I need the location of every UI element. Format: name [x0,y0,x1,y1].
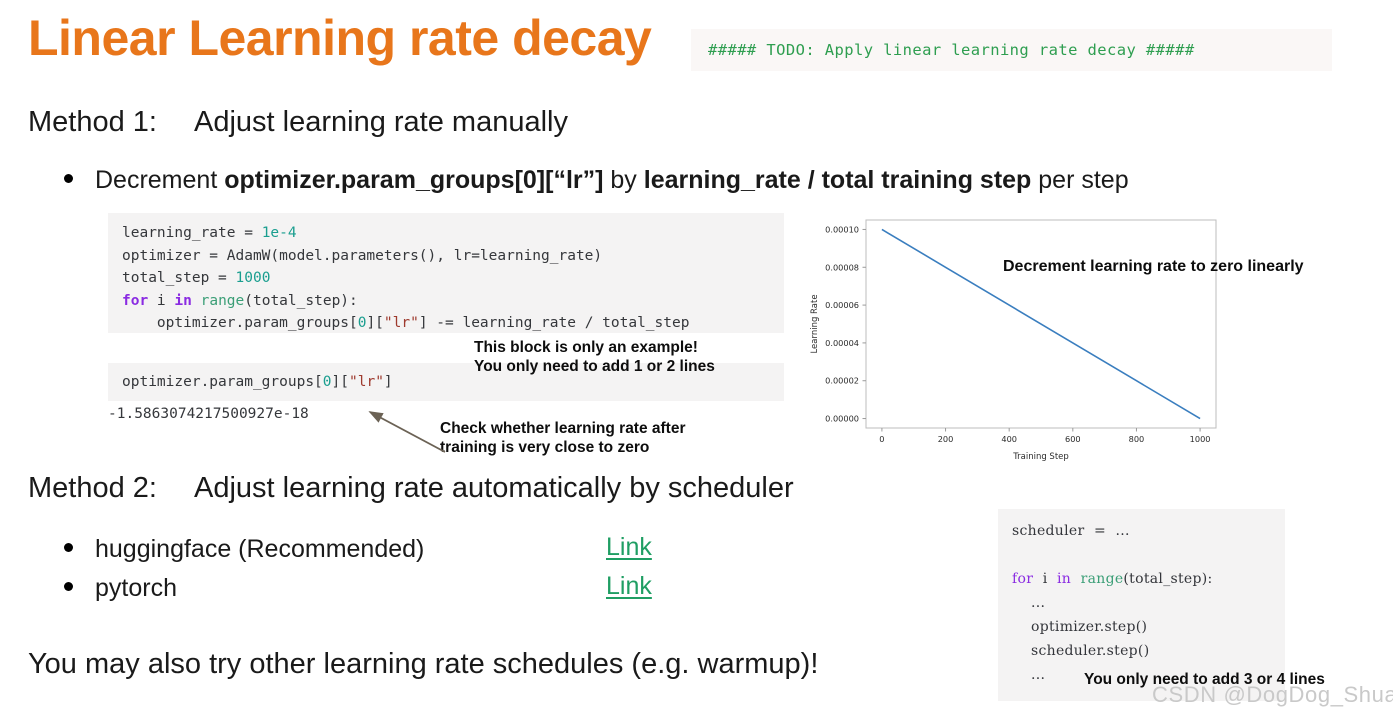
method-2-label: Method 2: [28,472,157,504]
chart-x-tick-label: 200 [938,434,954,444]
chart-y-tick-label: 0.00010 [825,224,859,234]
bullet-bold-param: optimizer.param_groups[0][“lr”] [224,166,604,194]
slide-canvas: Linear Learning rate decay ##### TODO: A… [0,0,1393,710]
method-2-bullet-pytorch: pytorch [64,574,177,603]
method-1-bullet: Decrement optimizer.param_groups[0][“lr”… [64,166,1129,195]
annotation-chart-note: Decrement learning rate to zero linearly [1003,258,1304,275]
code-token: in [174,292,192,309]
method-2-heading: Method 2: Adjust learning rate automatica… [28,472,794,505]
method-2-bullet-1-label: pytorch [95,574,177,602]
code-token: range [200,292,245,309]
chart-y-axis-label: Learning Rate [810,294,820,353]
code-output-value: -1.5863074217500927e-18 [108,406,309,422]
code-token: ] [383,374,393,390]
code-token: learning_rate = [122,225,262,241]
bullet-dot-icon [64,582,73,591]
code-token: ... [1012,667,1046,683]
code-token: "lr" [383,315,419,331]
chart-x-tick-label: 0 [879,434,884,444]
chart-y-tick-label: 0.00004 [825,338,859,348]
annotation-example-note: This block is only an example! You only … [474,339,715,375]
code-token: for [1012,571,1034,587]
chart-x-tick-label: 400 [1001,434,1017,444]
annotation-arrow-icon [368,411,446,453]
todo-code-text: ##### TODO: Apply linear learning rate d… [708,41,1195,59]
code-token: optimizer.param_groups[ [122,374,323,390]
method-2-bullet-0-label: huggingface (Recommended) [95,535,425,563]
chart-x-tick-label: 800 [1129,434,1145,444]
code-token: i [1033,571,1057,587]
code-token: ... [1012,595,1046,611]
bullet-prefix: Decrement [95,166,225,194]
method-1-label: Method 1: [28,106,157,138]
method-1-bullet-text: Decrement optimizer.param_groups[0][“lr”… [95,166,1129,195]
bullet-bold-formula: learning_rate / total training step [643,166,1032,194]
method-2-text: Adjust learning rate automatically by sc… [194,472,794,504]
code-token: i [148,292,175,309]
bullet-dot-icon [64,174,73,183]
code-token: "lr" [349,374,384,390]
annotation-scheduler-note: You only need to add 3 or 4 lines [1084,671,1325,688]
annotation-check-note: Check whether learning rate after traini… [440,420,686,456]
code-token: in [1056,571,1072,587]
link-pytorch[interactable]: Link [606,572,652,601]
learning-rate-decay-chart: 0.00000 0.00002 0.00004 0.00006 0.00008 0.000… [803,212,1227,464]
code-token: 1000 [235,270,271,286]
chart-x-axis: 0 200 400 600 800 1000 [879,428,1211,444]
chart-y-tick-label: 0.00000 [825,414,859,424]
code-token: scheduler = ... [1012,523,1130,539]
code-token: ][ [331,374,349,390]
method-2-bullet-huggingface: huggingface (Recommended) [64,535,424,564]
bullet-mid: by [603,166,644,194]
code-token: ] -= learning_rate / total_step [418,315,690,331]
bullet-dot-icon [64,543,73,552]
code-token: total_step = [122,270,236,286]
code-token: range [1080,571,1124,587]
todo-code-strip: ##### TODO: Apply linear learning rate d… [691,29,1332,71]
link-huggingface[interactable]: Link [606,533,652,562]
code-token: 1e-4 [261,225,297,241]
chart-x-tick-label: 1000 [1190,434,1211,444]
code-token: for [122,292,149,309]
chart-x-axis-label: Training Step [1012,452,1069,462]
chart-y-tick-label: 0.00002 [825,376,859,386]
bullet-suffix: per step [1031,166,1129,194]
code-token: (total_step): [1123,571,1213,587]
code-token: 0 [322,374,332,390]
chart-y-tick-label: 0.00006 [825,300,859,310]
method-1-text: Adjust learning rate manually [194,106,568,138]
code-token: ][ [366,315,384,331]
bottom-note: You may also try other learning rate sch… [28,648,819,680]
chart-y-tick-label: 0.00008 [825,262,859,272]
code-token: (total_step): [244,292,358,309]
method-1-heading: Method 1: Adjust learning rate manually [28,106,568,139]
chart-x-tick-label: 600 [1065,434,1081,444]
code-token: optimizer = AdamW(model.parameters(), lr… [122,247,603,264]
chart-svg: 0.00000 0.00002 0.00004 0.00006 0.00008 0.000… [810,219,1217,462]
code-token: optimizer.step() [1012,619,1148,635]
code-token: optimizer.param_groups[ [122,315,358,331]
page-title: Linear Learning rate decay [28,10,652,66]
code-token: scheduler.step() [1012,643,1150,659]
chart-y-axis: 0.00000 0.00002 0.00004 0.00006 0.00008 0.000… [825,224,866,424]
code-block-main: learning_rate = 1e-4 optimizer = AdamW(m… [108,213,784,333]
